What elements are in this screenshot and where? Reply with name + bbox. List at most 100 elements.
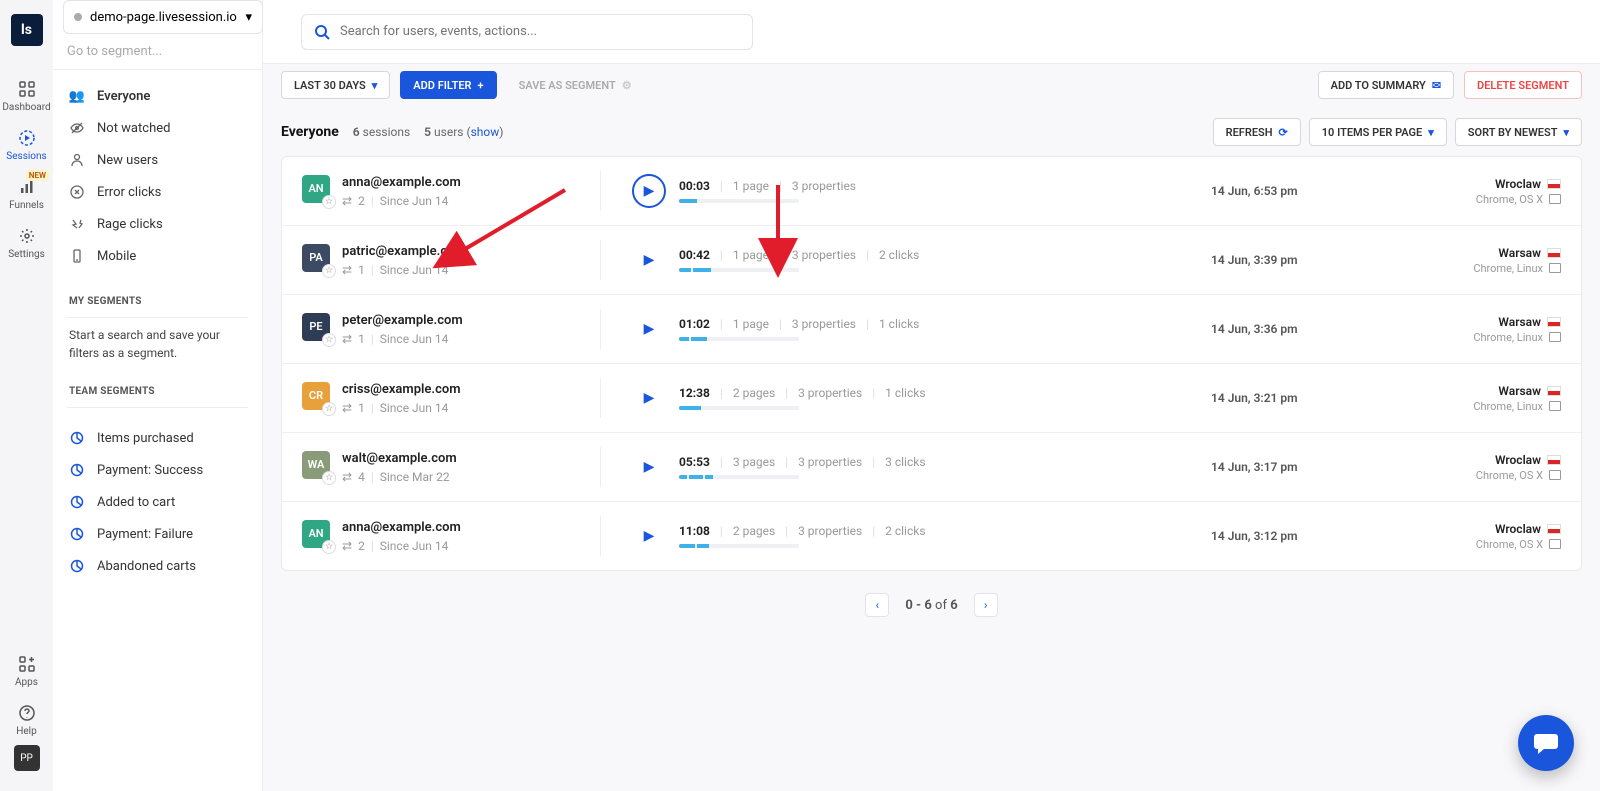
team-seg-added-cart[interactable]: Added to cart <box>53 486 262 518</box>
play-button[interactable]: ▶ <box>635 453 663 481</box>
team-seg-payment-failure[interactable]: Payment: Failure <box>53 518 262 550</box>
play-button[interactable]: ▶ <box>632 174 666 208</box>
star-icon[interactable]: ☆ <box>322 264 336 278</box>
location-col: Warsaw Chrome, Linux <box>1391 246 1561 275</box>
nav-dashboard[interactable]: Dashboard <box>0 72 53 121</box>
apps-icon <box>18 655 36 673</box>
nav-sessions[interactable]: Sessions <box>0 121 53 170</box>
user-col: PE☆ peter@example.com ⇄ 1|Since Jun 14 <box>302 313 582 346</box>
segment-title: Everyone <box>281 124 339 140</box>
chart-icon <box>69 462 85 478</box>
star-icon[interactable]: ☆ <box>322 471 336 485</box>
progress-bar <box>679 337 799 341</box>
segment-mobile[interactable]: Mobile <box>53 240 262 272</box>
flag-icon <box>1547 524 1561 534</box>
nav-label: Settings <box>8 249 45 260</box>
team-seg-payment-success[interactable]: Payment: Success <box>53 454 262 486</box>
user-col: PA☆ patric@example.com ⇄ 1|Since Jun 14 <box>302 244 582 277</box>
users-count: 5 users (show) <box>424 125 503 139</box>
show-link[interactable]: show <box>471 125 500 139</box>
stats-col: 00:03 |1 page |3 properties <box>679 179 1211 203</box>
segment-search-input[interactable] <box>53 34 262 70</box>
pages: 1 page <box>733 248 769 262</box>
segment-error-clicks[interactable]: Error clicks <box>53 176 262 208</box>
search-input[interactable] <box>340 24 740 39</box>
refresh-button[interactable]: REFRESH⟳ <box>1213 118 1301 146</box>
next-page-button[interactable]: › <box>974 593 998 617</box>
timestamp: 14 Jun, 6:53 pm <box>1211 184 1391 198</box>
pages: 2 pages <box>733 524 775 538</box>
user-avatar[interactable]: PP <box>14 745 40 771</box>
status-dot-icon <box>74 13 82 21</box>
nav-sidebar: ls Dashboard Sessions NEW Funnels Settin… <box>0 0 53 791</box>
session-row[interactable]: AN☆ anna@example.com ⇄ 2|Since Jun 14 ▶ … <box>282 157 1581 226</box>
progress-bar <box>679 199 799 203</box>
user-email: patric@example.com <box>342 244 466 259</box>
prev-page-button[interactable]: ‹ <box>865 593 889 617</box>
session-row[interactable]: AN☆ anna@example.com ⇄ 2|Since Jun 14 ▶ … <box>282 502 1581 570</box>
timestamp: 14 Jun, 3:12 pm <box>1211 529 1391 543</box>
search-box[interactable] <box>301 14 753 50</box>
user-col: CR☆ criss@example.com ⇄ 1|Since Jun 14 <box>302 382 582 415</box>
play-button[interactable]: ▶ <box>635 522 663 550</box>
play-button[interactable]: ▶ <box>635 384 663 412</box>
system: Chrome, Linux <box>1473 331 1543 344</box>
add-summary-button[interactable]: ADD TO SUMMARY✉ <box>1318 71 1454 99</box>
new-badge: NEW <box>26 170 49 181</box>
segment-everyone[interactable]: 👥Everyone <box>53 80 262 112</box>
segment-new-users[interactable]: New users <box>53 144 262 176</box>
properties: 3 properties <box>792 317 856 331</box>
save-segment-button[interactable]: SAVE AS SEGMENT⚙ <box>507 71 644 99</box>
user-col: AN☆ anna@example.com ⇄ 2|Since Jun 14 <box>302 175 582 208</box>
session-row[interactable]: PA☆ patric@example.com ⇄ 1|Since Jun 14 … <box>282 226 1581 295</box>
segment-not-watched[interactable]: Not watched <box>53 112 262 144</box>
location-col: Wroclaw Chrome, OS X <box>1391 522 1561 551</box>
nav-apps[interactable]: Apps <box>0 647 53 696</box>
session-row[interactable]: WA☆ walt@example.com ⇄ 4|Since Mar 22 ▶ … <box>282 433 1581 502</box>
star-icon[interactable]: ☆ <box>322 402 336 416</box>
chevron-down-icon: ▾ <box>372 79 378 92</box>
play-button[interactable]: ▶ <box>635 315 663 343</box>
nav-label: Sessions <box>6 151 46 162</box>
chat-icon <box>1532 729 1560 757</box>
add-filter-button[interactable]: ADD FILTER+ <box>400 71 496 99</box>
user-meta: ⇄ 1|Since Jun 14 <box>342 401 461 415</box>
segments-sidebar: demo-page.livesession.io ▾ 👥Everyone Not… <box>53 0 263 791</box>
list-header: Everyone 6 sessions 5 users (show) REFRE… <box>263 106 1600 156</box>
team-seg-items-purchased[interactable]: Items purchased <box>53 422 262 454</box>
date-range-button[interactable]: LAST 30 DAYS▾ <box>281 71 390 99</box>
timestamp: 14 Jun, 3:17 pm <box>1211 460 1391 474</box>
session-row[interactable]: CR☆ criss@example.com ⇄ 1|Since Jun 14 ▶… <box>282 364 1581 433</box>
divider <box>67 317 248 318</box>
chat-fab[interactable] <box>1518 715 1574 771</box>
segment-rage-clicks[interactable]: Rage clicks <box>53 208 262 240</box>
play-button[interactable]: ▶ <box>635 246 663 274</box>
refresh-icon: ⟳ <box>1279 126 1288 139</box>
nav-settings[interactable]: Settings <box>0 219 53 268</box>
nav-funnels[interactable]: NEW Funnels <box>0 170 53 219</box>
star-icon[interactable]: ☆ <box>322 333 336 347</box>
flag-icon <box>1547 317 1561 327</box>
search-icon <box>314 24 330 40</box>
site-selector[interactable]: demo-page.livesession.io ▾ <box>63 0 263 34</box>
user-email: anna@example.com <box>342 520 461 535</box>
monitor-icon <box>1549 263 1561 273</box>
delete-segment-button[interactable]: DELETE SEGMENT <box>1464 71 1582 99</box>
system: Chrome, OS X <box>1476 538 1543 551</box>
location-col: Wroclaw Chrome, OS X <box>1391 177 1561 206</box>
team-seg-abandoned[interactable]: Abandoned carts <box>53 550 262 582</box>
star-icon[interactable]: ☆ <box>322 540 336 554</box>
duration: 11:08 <box>679 524 710 538</box>
avatar: AN☆ <box>302 520 330 548</box>
per-page-button[interactable]: 10 ITEMS PER PAGE▾ <box>1309 118 1447 146</box>
header <box>263 0 1600 64</box>
progress-bar <box>679 475 799 479</box>
session-row[interactable]: PE☆ peter@example.com ⇄ 1|Since Jun 14 ▶… <box>282 295 1581 364</box>
user-meta: ⇄ 1|Since Jun 14 <box>342 332 463 346</box>
plus-icon: + <box>478 79 484 92</box>
system: Chrome, Linux <box>1473 400 1543 413</box>
star-icon[interactable]: ☆ <box>322 195 336 209</box>
nav-help[interactable]: Help <box>0 696 53 745</box>
logo[interactable]: ls <box>11 14 43 46</box>
sort-button[interactable]: SORT BY NEWEST▾ <box>1455 118 1582 146</box>
